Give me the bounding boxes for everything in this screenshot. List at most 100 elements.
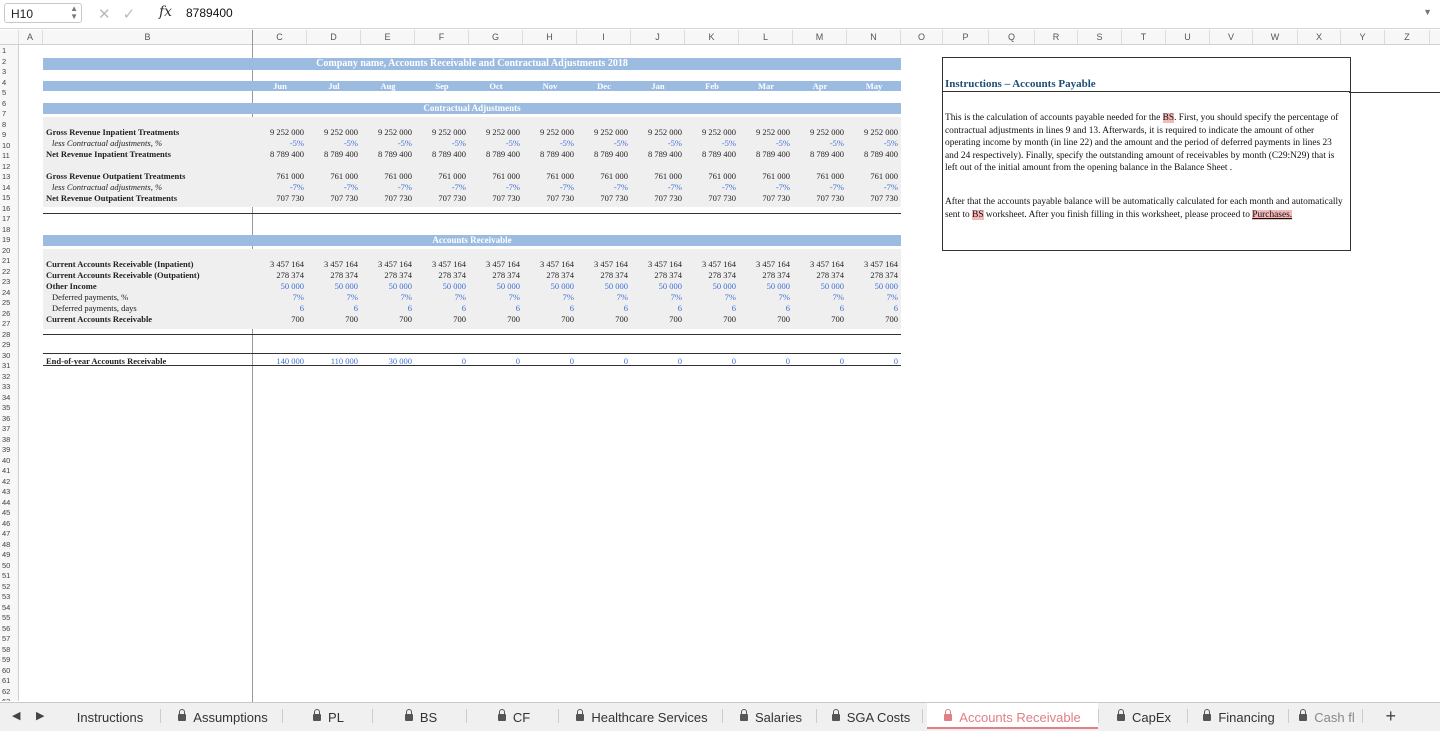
cell-value[interactable]: -7% [631, 182, 685, 192]
cell-value[interactable]: 278 374 [739, 270, 793, 280]
row-header-35[interactable]: 35 [0, 403, 18, 412]
cell-value[interactable]: -5% [847, 138, 901, 148]
cell-value[interactable]: 3 457 164 [847, 259, 901, 269]
cell-value[interactable]: 707 730 [361, 193, 415, 203]
cell-value[interactable]: -7% [307, 182, 361, 192]
add-sheet-button[interactable]: + [1385, 706, 1396, 727]
cell-value[interactable]: 9 252 000 [793, 127, 847, 137]
row-header-38[interactable]: 38 [0, 435, 18, 444]
cell-value[interactable]: 700 [307, 314, 361, 324]
confirm-icon[interactable]: ✓ [123, 6, 148, 23]
column-header-h[interactable]: H [523, 30, 577, 44]
cell-value[interactable]: 761 000 [577, 171, 631, 181]
row-header-3[interactable]: 3 [0, 67, 18, 76]
cell-value[interactable]: 9 252 000 [847, 127, 901, 137]
column-header-p[interactable]: P [943, 30, 989, 44]
row-header-2[interactable]: 2 [0, 57, 18, 66]
row-header-33[interactable]: 33 [0, 382, 18, 391]
row-header-15[interactable]: 15 [0, 193, 18, 202]
cell-value[interactable]: 3 457 164 [523, 259, 577, 269]
cell-value[interactable]: 8 789 400 [739, 149, 793, 159]
sheet-tab-bs[interactable]: BS [376, 703, 466, 729]
row-header-24[interactable]: 24 [0, 288, 18, 297]
cell-value[interactable]: 3 457 164 [631, 259, 685, 269]
row-header-13[interactable]: 13 [0, 172, 18, 181]
cell-value[interactable]: 8 789 400 [847, 149, 901, 159]
cell-value[interactable]: 7% [631, 292, 685, 302]
cancel-icon[interactable]: ✕ [98, 6, 123, 23]
sheet-tab-cf[interactable]: CF [470, 703, 558, 729]
cell-value[interactable]: 700 [415, 314, 469, 324]
column-header-u[interactable]: U [1166, 30, 1210, 44]
column-header-x[interactable]: X [1298, 30, 1341, 44]
column-header-j[interactable]: J [631, 30, 685, 44]
cell-value[interactable]: 761 000 [847, 171, 901, 181]
cell-value[interactable]: 50 000 [415, 281, 469, 291]
cell-value[interactable]: 9 252 000 [739, 127, 793, 137]
cell-value[interactable]: 278 374 [523, 270, 577, 280]
row-header-27[interactable]: 27 [0, 319, 18, 328]
row-header-31[interactable]: 31 [0, 361, 18, 370]
column-header-b[interactable]: B [43, 30, 253, 44]
row-header-58[interactable]: 58 [0, 645, 18, 654]
cell-value[interactable]: 7% [361, 292, 415, 302]
cell-value[interactable]: 50 000 [739, 281, 793, 291]
cell-value[interactable]: 8 789 400 [523, 149, 577, 159]
column-header-q[interactable]: Q [989, 30, 1035, 44]
cell-value[interactable]: 9 252 000 [685, 127, 739, 137]
cell-value[interactable]: 700 [361, 314, 415, 324]
row-header-5[interactable]: 5 [0, 88, 18, 97]
scroll-left-icon[interactable]: ◀ [12, 709, 20, 722]
cell-value[interactable]: 7% [847, 292, 901, 302]
cell-value[interactable]: -7% [739, 182, 793, 192]
purchases-link[interactable]: Purchases. [1252, 209, 1293, 220]
cell-value[interactable]: 707 730 [253, 193, 307, 203]
cell-value[interactable]: 50 000 [469, 281, 523, 291]
sheet-tab-healthcare-services[interactable]: Healthcare Services [562, 703, 722, 729]
cell-value[interactable]: 3 457 164 [307, 259, 361, 269]
cell-value[interactable]: 761 000 [631, 171, 685, 181]
column-header-r[interactable]: R [1035, 30, 1078, 44]
row-header-7[interactable]: 7 [0, 109, 18, 118]
name-box-stepper-icon[interactable]: ▲ ▼ [70, 5, 78, 21]
row-header-54[interactable]: 54 [0, 603, 18, 612]
cell-value[interactable]: -5% [415, 138, 469, 148]
cell-value[interactable]: 700 [847, 314, 901, 324]
row-header-20[interactable]: 20 [0, 246, 18, 255]
cell-value[interactable]: -7% [793, 182, 847, 192]
sheet-tab-financing[interactable]: Financing [1190, 703, 1288, 729]
row-header-6[interactable]: 6 [0, 99, 18, 108]
formula-input[interactable]: 8789400 [186, 6, 233, 20]
cell-value[interactable]: -7% [523, 182, 577, 192]
row-header-56[interactable]: 56 [0, 624, 18, 633]
name-box[interactable]: H10 ▲ ▼ [4, 3, 82, 23]
column-header-l[interactable]: L [739, 30, 793, 44]
scroll-right-icon[interactable]: ▶ [36, 709, 44, 722]
column-header-o[interactable]: O [901, 30, 943, 44]
cell-value[interactable]: 8 789 400 [631, 149, 685, 159]
cell-value[interactable]: 6 [685, 303, 739, 313]
expand-formula-icon[interactable]: ▼ [1423, 7, 1432, 17]
cell-value[interactable]: 7% [739, 292, 793, 302]
cell-value[interactable]: 9 252 000 [631, 127, 685, 137]
row-header-17[interactable]: 17 [0, 214, 18, 223]
row-header-44[interactable]: 44 [0, 498, 18, 507]
row-header-50[interactable]: 50 [0, 561, 18, 570]
cell-value[interactable]: -5% [307, 138, 361, 148]
row-header-40[interactable]: 40 [0, 456, 18, 465]
row-header-19[interactable]: 19 [0, 235, 18, 244]
cell-value[interactable]: 9 252 000 [523, 127, 577, 137]
row-header-53[interactable]: 53 [0, 592, 18, 601]
cell-value[interactable]: -5% [631, 138, 685, 148]
select-all-corner[interactable] [0, 30, 19, 44]
cell-value[interactable]: 707 730 [793, 193, 847, 203]
row-header-30[interactable]: 30 [0, 351, 18, 360]
cell-value[interactable]: 278 374 [415, 270, 469, 280]
sheet-tab-cash-fl[interactable]: Cash fl [1292, 703, 1362, 729]
row-header-22[interactable]: 22 [0, 267, 18, 276]
row-header-32[interactable]: 32 [0, 372, 18, 381]
cell-value[interactable]: 6 [361, 303, 415, 313]
cell-value[interactable]: 8 789 400 [469, 149, 523, 159]
cell-value[interactable]: 700 [577, 314, 631, 324]
cell-value[interactable]: 6 [307, 303, 361, 313]
